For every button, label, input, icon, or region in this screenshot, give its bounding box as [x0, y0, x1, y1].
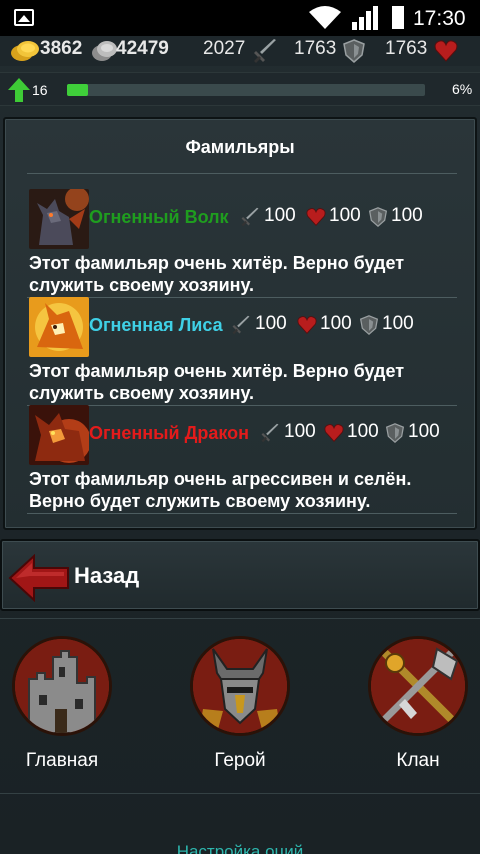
xp-progress-bar — [67, 84, 425, 96]
nav-clan-label: Клан — [396, 750, 440, 771]
signal-icon — [352, 6, 378, 30]
back-arrow-icon — [8, 554, 69, 602]
attack-total: 2027 — [203, 38, 246, 59]
divider — [0, 618, 480, 619]
sword-icon — [232, 315, 250, 335]
divider — [27, 173, 457, 174]
gold-amount: 3862 — [40, 38, 83, 59]
familiar-health: 100 — [320, 313, 352, 334]
familiar-attack: 100 — [264, 205, 296, 226]
fox-portrait-icon — [29, 297, 89, 357]
player-level: 16 — [32, 82, 48, 98]
familiar-item-wolf[interactable]: Огненный Волк 100 100 100 Этот фамильяр … — [25, 189, 465, 297]
shield-icon — [343, 39, 365, 63]
status-bar: 17:30 — [0, 0, 480, 36]
back-button-label: Назад — [74, 563, 140, 588]
panel-title: Фамильяры — [185, 137, 295, 157]
familiar-attack: 100 — [255, 313, 287, 334]
xp-progress-fill — [67, 84, 88, 96]
description-line: Этот фамильяр очень агрессивен и селён. — [29, 469, 412, 489]
familiar-description: Этот фамильяр очень хитёр. Верно будет с… — [29, 252, 459, 296]
familiar-description: Этот фамильяр очень хитёр. Верно будет с… — [29, 360, 459, 404]
familiar-item-dragon[interactable]: Огненный Дракон 100 100 100 Этот фамилья… — [25, 405, 465, 513]
shield-icon — [368, 207, 388, 227]
divider — [0, 793, 480, 794]
sword-icon — [241, 207, 259, 227]
familiar-description: Этот фамильяр очень агрессивен и селён. … — [29, 468, 459, 512]
familiar-item-fox[interactable]: Огненная Лиса 100 100 100 Этот фамильяр … — [25, 297, 465, 405]
settings-link[interactable]: Настройка оций — [0, 842, 480, 854]
familiar-stats: 100 100 100 — [260, 421, 465, 445]
dragon-portrait-icon — [29, 405, 89, 465]
familiar-defense: 100 — [391, 205, 423, 226]
nav-home-label: Главная — [25, 750, 99, 771]
nav-home[interactable]: Главная — [0, 636, 132, 786]
nav-clan[interactable]: Клан — [348, 636, 480, 786]
familiar-defense: 100 — [408, 421, 440, 442]
description-line: служить своему хозяину. — [29, 275, 254, 295]
clock: 17:30 — [413, 7, 466, 30]
familiar-health: 100 — [347, 421, 379, 442]
familiar-name: Огненный Волк — [89, 207, 229, 227]
description-line: Этот фамильяр очень хитёр. Верно будет — [29, 361, 405, 381]
shield-icon — [385, 423, 405, 443]
heart-icon — [434, 40, 458, 62]
familiar-name: Огненный Дракон — [89, 423, 250, 443]
heart-icon — [324, 424, 344, 442]
familiar-attack: 100 — [284, 421, 316, 442]
resource-bar: 3862 42479 2027 1763 1763 — [0, 36, 480, 66]
familiar-defense: 100 — [382, 313, 414, 334]
battery-icon — [392, 6, 404, 29]
silver-amount: 42479 — [116, 38, 169, 59]
familiar-health: 100 — [329, 205, 361, 226]
nav-hero[interactable]: Герой — [170, 636, 310, 786]
back-button[interactable]: Назад — [0, 539, 480, 611]
crossed-weapons-icon — [368, 636, 468, 736]
wolf-portrait-icon — [29, 189, 89, 249]
divider — [27, 513, 457, 514]
description-line: Этот фамильяр очень хитёр. Верно будет — [29, 253, 405, 273]
silver-coins-icon — [92, 41, 117, 61]
level-bar: 16 6% — [0, 72, 480, 106]
heart-icon — [297, 316, 317, 334]
nav-hero-label: Герой — [214, 750, 266, 771]
description-line: Верно будет служить своему хозяину. — [29, 491, 371, 511]
level-up-arrow-icon — [8, 78, 30, 102]
familiar-stats: 100 100 100 — [240, 205, 460, 229]
description-line: служить своему хозяину. — [29, 383, 254, 403]
shield-icon — [359, 315, 379, 335]
game-screen: 17:30 3862 42479 2027 1763 1763 16 6% Фа… — [0, 0, 480, 854]
familiars-panel: Фамильяры Огненный Волк 100 100 100 Этот… — [3, 117, 477, 530]
familiar-stats: 100 100 100 — [231, 313, 461, 337]
castle-icon — [12, 636, 112, 736]
defense-total: 1763 — [294, 38, 337, 59]
wifi-icon — [309, 6, 341, 29]
xp-progress-percent: 6% — [452, 81, 473, 97]
heart-icon — [306, 208, 326, 226]
health-total: 1763 — [385, 38, 428, 59]
helmet-icon — [190, 636, 290, 736]
gold-coins-icon — [11, 41, 39, 61]
sword-icon — [254, 39, 276, 63]
familiar-name: Огненная Лиса — [89, 315, 223, 335]
sword-icon — [261, 423, 279, 443]
gallery-notification-icon — [14, 9, 34, 26]
